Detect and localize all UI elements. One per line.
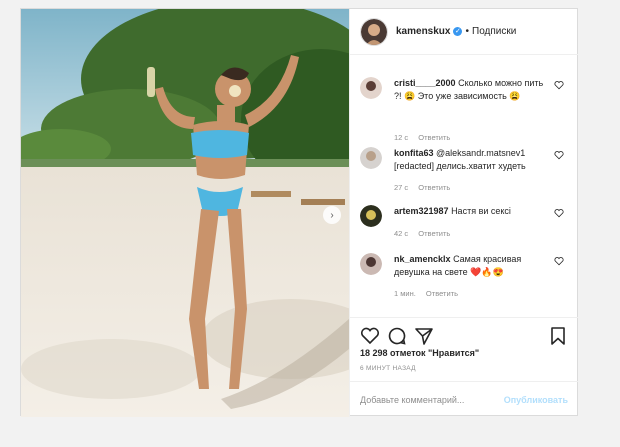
- like-comment-heart-icon[interactable]: [554, 208, 564, 218]
- add-comment-bar: Опубликовать: [350, 381, 578, 417]
- comment-age: 1 мин.: [394, 289, 416, 298]
- avatar[interactable]: [360, 147, 382, 169]
- add-comment-input[interactable]: [360, 394, 504, 405]
- like-heart-icon[interactable]: [360, 326, 380, 346]
- like-comment-heart-icon[interactable]: [554, 150, 564, 160]
- publish-comment-button[interactable]: Опубликовать: [504, 395, 568, 405]
- comment-username[interactable]: cristi____2000: [394, 78, 456, 88]
- avatar-ring[interactable]: [360, 17, 388, 46]
- avatar[interactable]: [360, 77, 382, 99]
- comment-meta: 27 с Ответить: [394, 183, 458, 192]
- avatar[interactable]: [360, 205, 382, 227]
- comment-age: 42 с: [394, 229, 409, 238]
- chevron-right-icon: ›: [330, 209, 334, 221]
- comment-meta: 42 с Ответить: [394, 229, 458, 238]
- save-bookmark-icon[interactable]: [548, 326, 568, 346]
- comment-bubble-icon[interactable]: [387, 326, 407, 346]
- reply-button[interactable]: Ответить: [418, 229, 450, 238]
- comment-text: cristi____2000 Сколько можно пить ?! 😩 Э…: [394, 77, 548, 103]
- comment-age: 27 с: [394, 183, 409, 192]
- post-timestamp: 6 МИНУТ НАЗАД: [360, 365, 416, 372]
- comment-meta: 1 мин. Ответить: [394, 289, 466, 298]
- comment-item: cristi____2000 Сколько можно пить ?! 😩 Э…: [360, 77, 570, 147]
- next-photo-button[interactable]: ›: [323, 206, 341, 224]
- avatar[interactable]: [360, 253, 382, 275]
- avatar: [361, 18, 387, 45]
- post-photo[interactable]: ›: [21, 9, 349, 417]
- comment-text: konfita63 @aleksandr.matsnev1 [redacted]…: [394, 147, 548, 173]
- comment-username[interactable]: artem321987: [394, 206, 449, 216]
- comment-meta: 12 с Ответить: [394, 133, 458, 142]
- comment-body: Настя ви сексі: [451, 206, 511, 216]
- following-button[interactable]: Подписки: [472, 26, 516, 37]
- like-comment-heart-icon[interactable]: [554, 80, 564, 90]
- comment-username[interactable]: konfita63: [394, 148, 434, 158]
- comment-username[interactable]: nk_amencklx: [394, 254, 451, 264]
- beach-photo: [21, 9, 349, 417]
- likes-count[interactable]: 18 298 отметок "Нравится": [360, 348, 479, 358]
- comment-age: 12 с: [394, 133, 409, 142]
- verified-badge-icon: ✓: [453, 27, 463, 36]
- post-side-panel: kamenskux ✓ • Подписки cristi____2000 Ск…: [349, 9, 578, 417]
- like-comment-heart-icon[interactable]: [554, 256, 564, 266]
- comment-text: nk_amencklx Самая красивая девушка на св…: [394, 253, 548, 279]
- instagram-post-modal: › kamenskux ✓ • Подписки cristi____2000 …: [20, 8, 578, 417]
- comment-item: nk_amencklx Самая красивая девушка на св…: [360, 253, 570, 303]
- username[interactable]: kamenskux: [396, 26, 450, 37]
- reply-button[interactable]: Ответить: [426, 289, 458, 298]
- comment-item: artem321987 Настя ви сексі 42 с Ответить: [360, 205, 570, 245]
- post-header: kamenskux ✓ • Подписки: [350, 9, 578, 55]
- reply-button[interactable]: Ответить: [418, 133, 450, 142]
- separator-dot: •: [465, 26, 469, 37]
- comment-text: artem321987 Настя ви сексі: [394, 205, 548, 218]
- comment-item: konfita63 @aleksandr.matsnev1 [redacted]…: [360, 147, 570, 197]
- reply-button[interactable]: Ответить: [418, 183, 450, 192]
- share-paper-plane-icon[interactable]: [414, 326, 434, 346]
